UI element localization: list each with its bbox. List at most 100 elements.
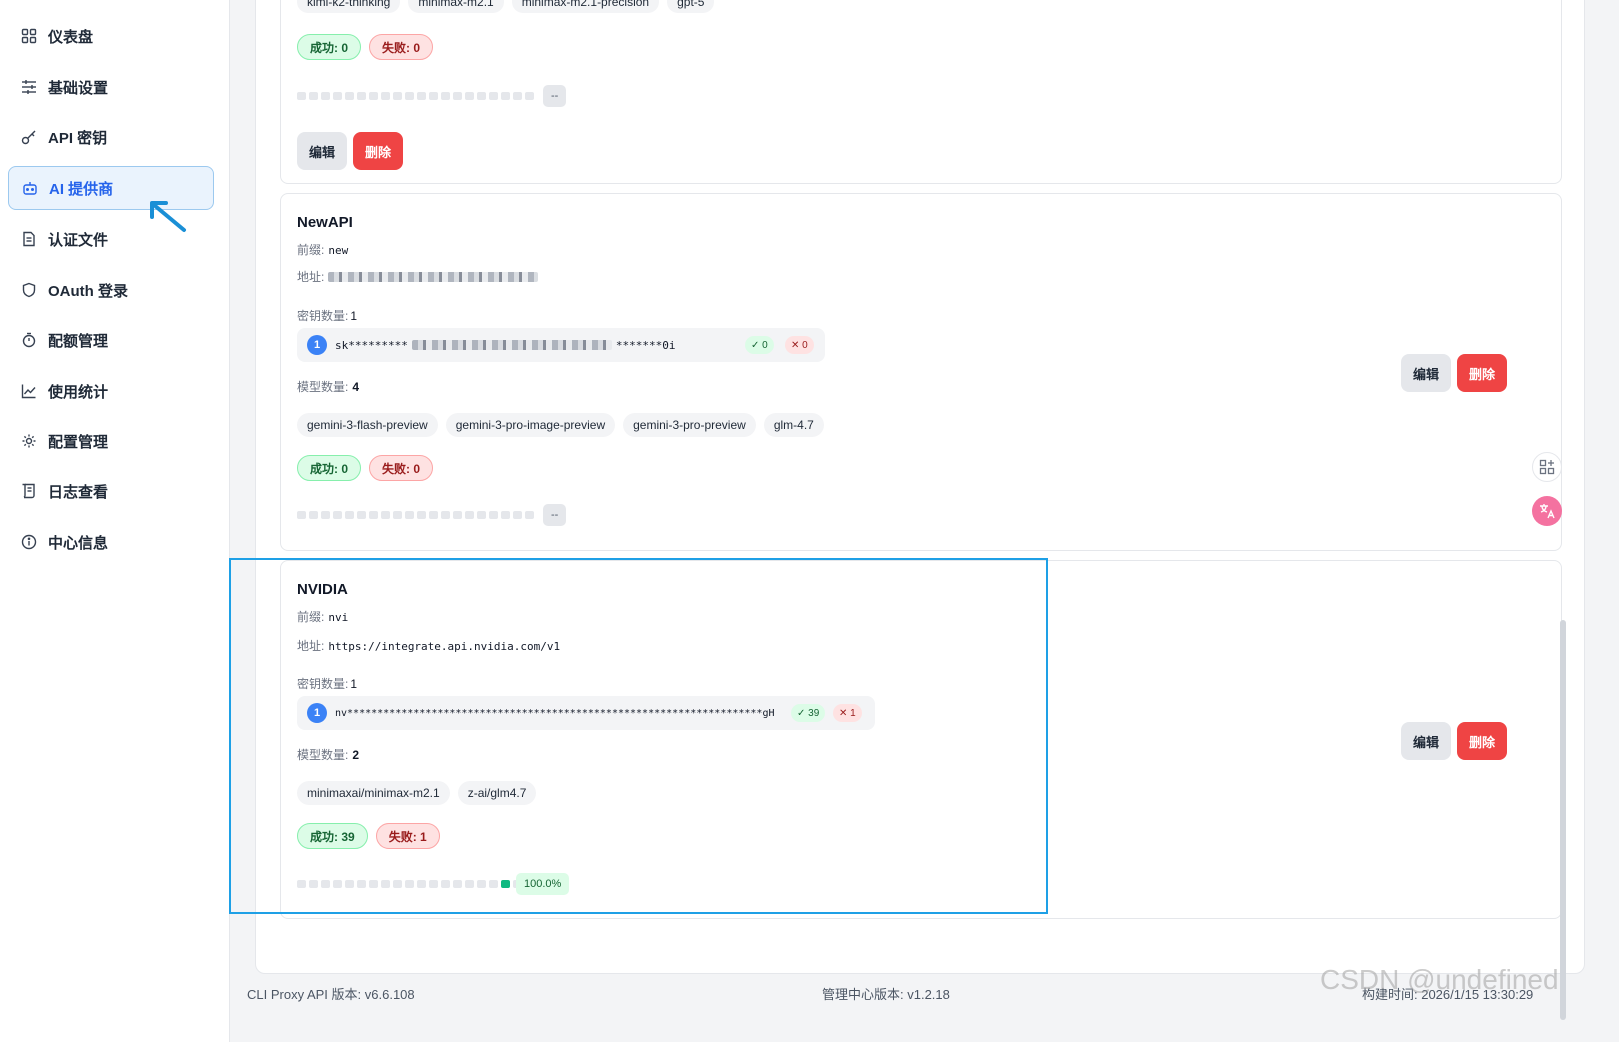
status-segment	[465, 92, 474, 100]
model-chip: gpt-5	[667, 0, 715, 13]
delete-button[interactable]: 删除	[353, 132, 403, 170]
sidebar-item-oauth-login[interactable]: OAuth 登录	[8, 268, 214, 312]
sidebar-item-label: OAuth 登录	[48, 282, 128, 300]
key-masked-end: *******0i	[615, 338, 676, 352]
sidebar-item-label: 日志查看	[48, 483, 109, 501]
provider-name: NewAPI	[297, 214, 353, 231]
sidebar-item-api-keys[interactable]: API 密钥	[8, 115, 214, 159]
sidebar-item-label: 中心信息	[48, 534, 109, 552]
edit-button[interactable]: 编辑	[1401, 722, 1451, 760]
model-chip: minimax-m2.1	[408, 0, 504, 13]
status-segment	[393, 511, 402, 519]
status-segment	[297, 92, 306, 100]
sidebar-item-basic-settings[interactable]: 基础设置	[8, 65, 214, 109]
sidebar-item-center-info[interactable]: 中心信息	[8, 520, 214, 564]
status-segment	[345, 92, 354, 100]
delete-button[interactable]: 删除	[1457, 354, 1507, 392]
status-segment	[345, 511, 354, 519]
key-success-count: ✓ 0	[745, 336, 774, 354]
model-chip: minimax-m2.1-precision	[511, 0, 660, 13]
edit-button[interactable]: 编辑	[297, 132, 347, 170]
status-segment	[357, 92, 366, 100]
sidebar-item-label: AI 提供商	[49, 180, 114, 198]
sidebar-item-label: 配置管理	[48, 433, 109, 451]
file-icon	[20, 230, 38, 248]
sidebar-item-config[interactable]: 配置管理	[8, 419, 214, 463]
sidebar-item-quota[interactable]: 配额管理	[8, 318, 214, 362]
sidebar-item-dashboard[interactable]: 仪表盘	[8, 14, 214, 58]
provider-card-top: kimi-k2-thinking minimax-m2.1 minimax-m2…	[280, 0, 1562, 184]
status-segment	[381, 92, 390, 100]
floating-grid-button[interactable]	[1532, 452, 1562, 482]
status-segment	[429, 511, 438, 519]
status-segment	[525, 92, 534, 100]
model-count-line: 模型数量: 4	[297, 378, 359, 395]
sidebar-item-logs[interactable]: 日志查看	[8, 469, 214, 513]
status-bar	[297, 511, 534, 519]
prefix-line: 前缀: new	[297, 241, 348, 258]
fail-badge: 失败: 0	[369, 34, 434, 60]
status-segment	[297, 511, 306, 519]
status-segment	[477, 511, 486, 519]
sidebar-item-label: 基础设置	[48, 79, 109, 97]
sidebar-item-label: 配额管理	[48, 332, 109, 350]
sidebar-item-label: 使用统计	[48, 383, 109, 401]
status-segment	[525, 511, 534, 519]
edit-button[interactable]: 编辑	[1401, 354, 1451, 392]
sliders-icon	[20, 78, 38, 96]
status-segment	[501, 92, 510, 100]
chart-icon	[20, 382, 38, 400]
model-count-label: 模型数量:	[297, 380, 349, 394]
key-count-value: 1	[350, 309, 358, 323]
model-count-value: 4	[352, 380, 360, 394]
status-segment	[429, 92, 438, 100]
footer-center-version: 管理中心版本: v1.2.18	[822, 987, 950, 1002]
status-segment	[333, 511, 342, 519]
address-line: 地址:	[297, 268, 539, 285]
sidebar-item-label: API 密钥	[48, 129, 108, 147]
watermark: CSDN @undefined	[1320, 964, 1559, 995]
floating-translate-button[interactable]	[1532, 496, 1562, 526]
model-chip-list: kimi-k2-thinking minimax-m2.1 minimax-m2…	[297, 0, 722, 13]
success-rate: --	[543, 504, 567, 526]
key-fail-count: ✕ 0	[785, 336, 814, 354]
shield-icon	[20, 281, 38, 299]
status-segment	[513, 511, 522, 519]
success-badge: 成功: 0	[297, 455, 362, 481]
model-chip-list: gemini-3-flash-preview gemini-3-pro-imag…	[297, 413, 832, 437]
sidebar: 仪表盘 基础设置 API 密钥 AI 提供商 认证文件 OAuth 登录 配额管…	[0, 0, 230, 1042]
key-count-line: 密钥数量: 1	[297, 307, 357, 324]
grid-add-icon	[1539, 459, 1555, 475]
status-segment	[417, 511, 426, 519]
key-masked-start: sk*********	[335, 338, 408, 352]
highlight-box	[229, 558, 1048, 914]
status-segment	[321, 511, 330, 519]
key-index: 1	[307, 335, 327, 355]
translate-icon	[1540, 504, 1555, 519]
status-segment	[333, 92, 342, 100]
status-segment	[405, 92, 414, 100]
status-segment	[309, 92, 318, 100]
model-chip: kimi-k2-thinking	[297, 0, 401, 13]
key-count-label: 密钥数量:	[297, 309, 349, 323]
footer-api-version: CLI Proxy API 版本: v6.6.108	[247, 987, 415, 1002]
timer-icon	[20, 331, 38, 349]
status-segment	[489, 511, 498, 519]
key-icon	[20, 128, 38, 146]
api-key-row: 1 sk********* *******0i ✓ 0 ✕ 0	[297, 328, 825, 362]
model-chip: glm-4.7	[763, 413, 824, 437]
status-segment	[369, 511, 378, 519]
delete-button[interactable]: 删除	[1457, 722, 1507, 760]
redacted-address	[328, 271, 539, 282]
fail-badge: 失败: 0	[369, 455, 434, 481]
status-segment	[441, 92, 450, 100]
gear-icon	[20, 432, 38, 450]
scrollbar[interactable]	[1560, 620, 1566, 1020]
scroll-icon	[20, 482, 38, 500]
status-bar	[297, 92, 534, 100]
sidebar-item-usage-stats[interactable]: 使用统计	[8, 369, 214, 413]
redacted-key	[411, 340, 612, 350]
status-segment	[369, 92, 378, 100]
status-segment	[489, 92, 498, 100]
status-segment	[381, 511, 390, 519]
